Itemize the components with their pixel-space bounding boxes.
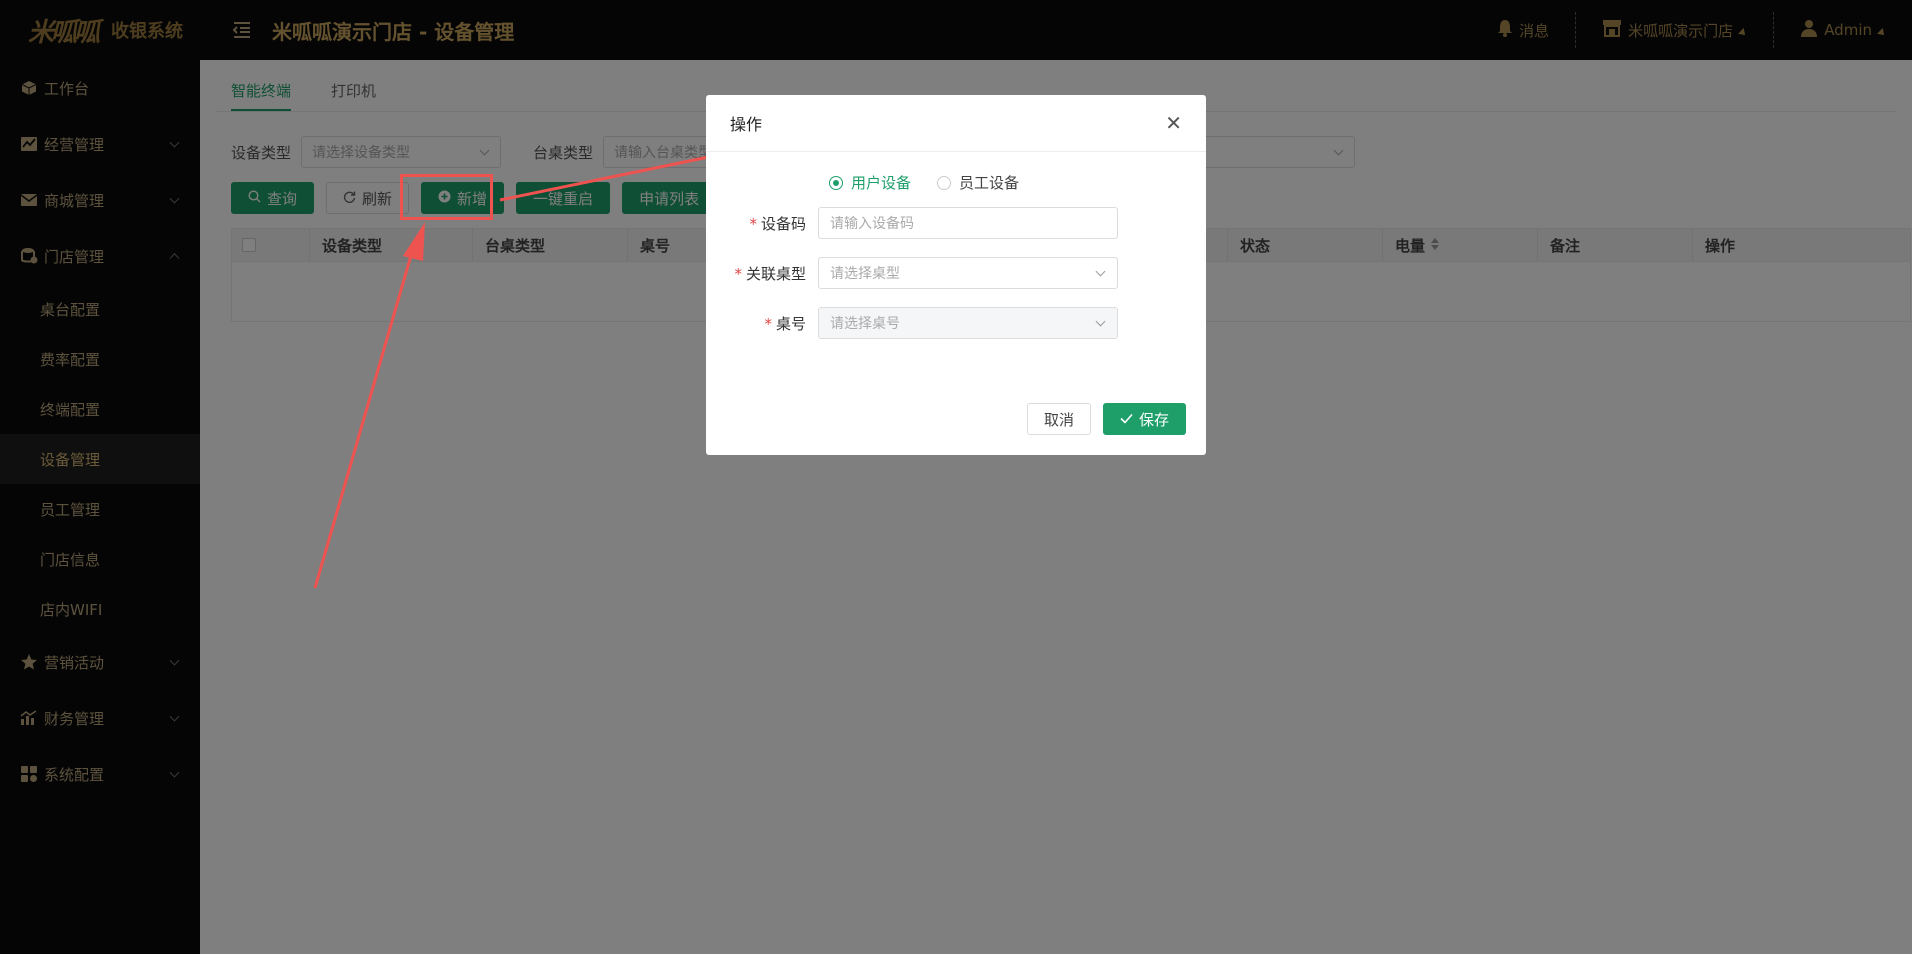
device-code-input[interactable]: 请输入设备码 (818, 207, 1118, 239)
save-button[interactable]: 保存 (1102, 403, 1186, 435)
form-row-table-type: * 关联桌型 请选择桌型 (706, 257, 1206, 289)
radio-unselected-icon (937, 175, 952, 190)
table-no-select[interactable]: 请选择桌号 (818, 307, 1118, 339)
device-code-placeholder: 请输入设备码 (830, 216, 914, 232)
chevron-down-icon (1095, 316, 1106, 327)
device-kind-radio-group: 用户设备 员工设备 (706, 172, 1206, 193)
form-row-device-code: * 设备码 请输入设备码 (706, 207, 1206, 239)
radio-selected-icon (829, 175, 843, 190)
arrow-to-add-button (313, 222, 425, 589)
radio-user-device[interactable]: 用户设备 (829, 172, 911, 193)
form-row-table-no: * 桌号 请选择桌号 (706, 307, 1206, 339)
table-no-label: * 桌号 (764, 314, 806, 333)
close-icon[interactable]: ✕ (1165, 111, 1182, 135)
operation-dialog: 操作 ✕ 用户设备 员工设备 * 设备码 请输入设备码 * 关联桌型 请选择桌型 *… (706, 95, 1206, 455)
table-type-select[interactable]: 请选择桌型 (818, 257, 1118, 289)
table-type-placeholder: 请选择桌型 (830, 266, 900, 282)
device-code-label: * 设备码 (749, 214, 806, 233)
save-label: 保存 (1138, 410, 1169, 429)
device-form: * 设备码 请输入设备码 * 关联桌型 请选择桌型 * 桌号 请选择桌号 (706, 207, 1206, 339)
radio-staff-device-label: 员工设备 (959, 174, 1020, 192)
required-mark: * (734, 264, 742, 283)
required-mark: * (764, 314, 772, 333)
required-mark: * (749, 214, 757, 233)
cancel-button[interactable]: 取消 (1026, 403, 1091, 435)
dialog-title: 操作 (730, 115, 763, 134)
dialog-footer: 取消 保存 (1026, 403, 1186, 435)
dialog-header: 操作 ✕ (706, 95, 1206, 152)
table-type-label: * 关联桌型 (734, 264, 806, 283)
radio-staff-device[interactable]: 员工设备 (937, 172, 1019, 193)
chevron-down-icon (1095, 266, 1106, 277)
radio-user-device-label: 用户设备 (851, 174, 912, 192)
check-icon (1120, 410, 1133, 428)
table-no-placeholder: 请选择桌号 (830, 316, 900, 332)
